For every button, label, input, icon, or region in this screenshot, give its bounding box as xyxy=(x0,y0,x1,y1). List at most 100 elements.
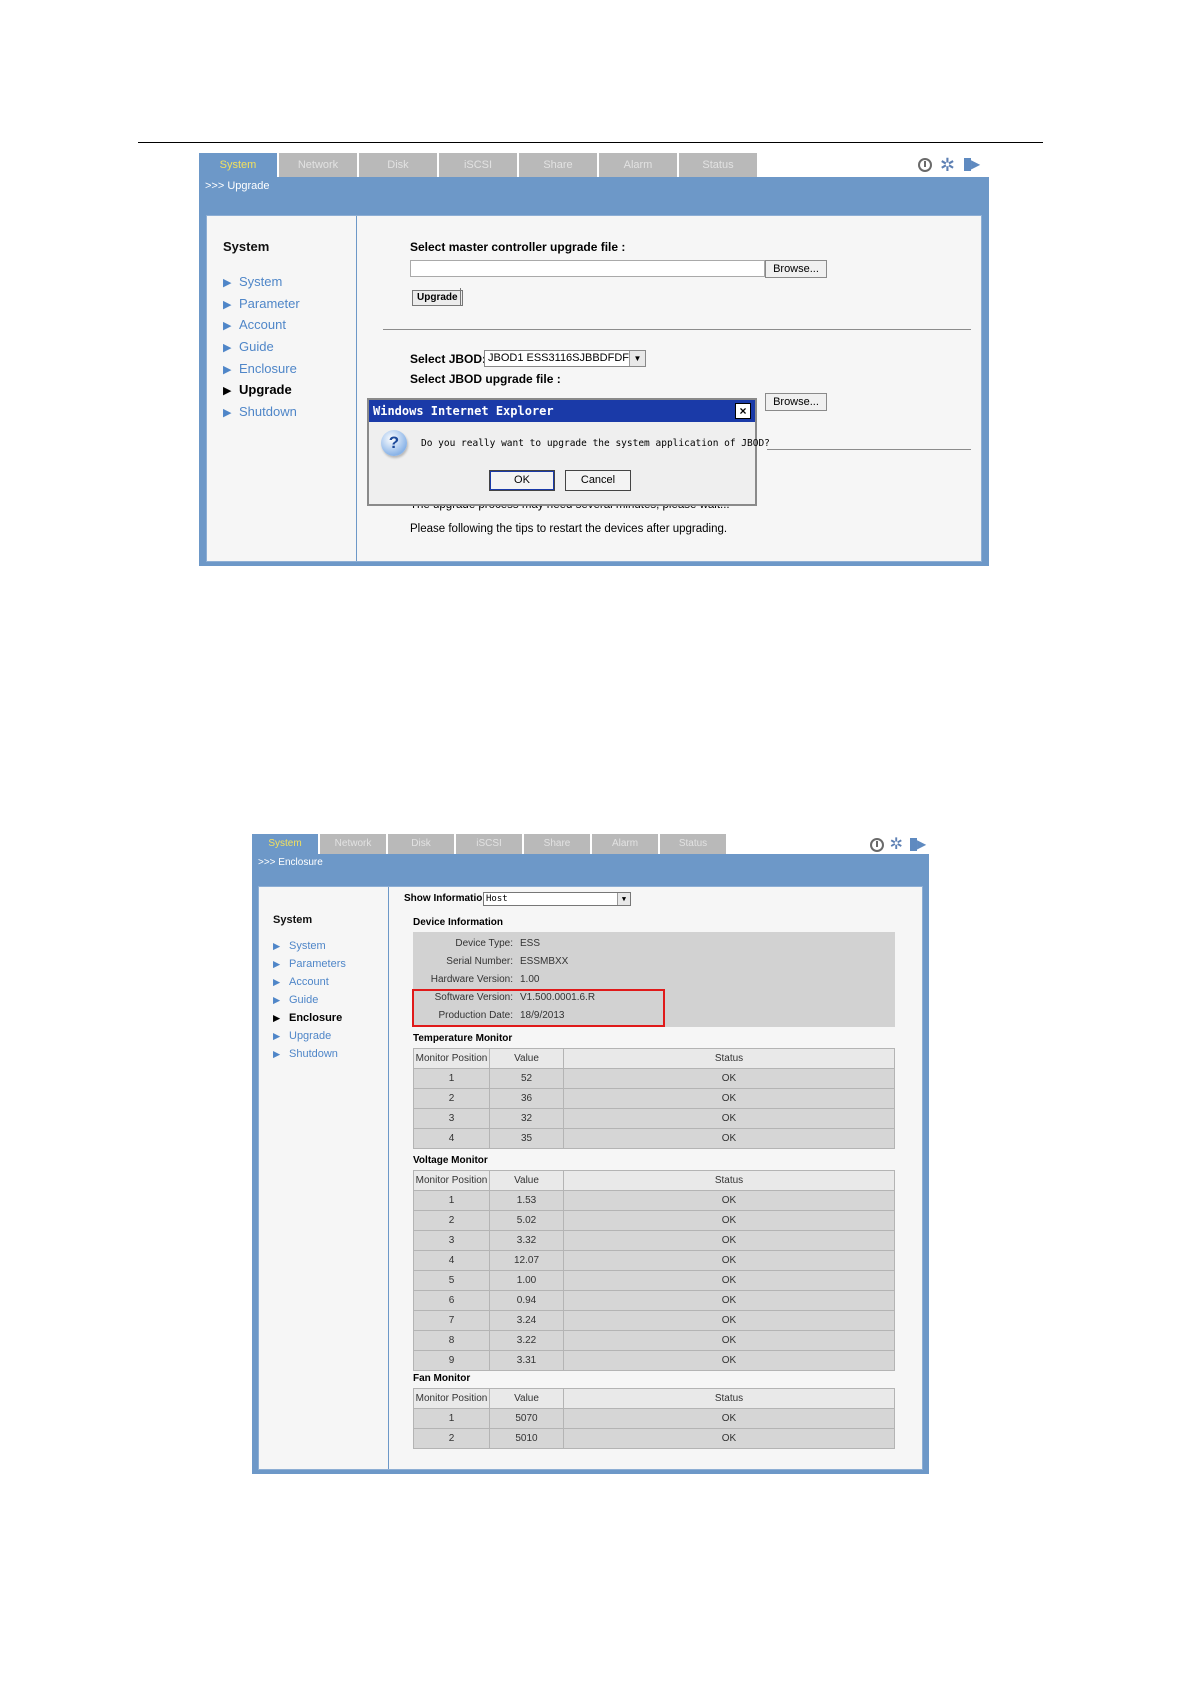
sidebar-item-upgrade[interactable]: ▶ Upgrade xyxy=(273,1030,331,1042)
table-cell: OK xyxy=(563,1108,895,1129)
table-cell: 3.24 xyxy=(489,1310,564,1331)
divider xyxy=(383,329,971,330)
jbod-browse-button[interactable]: Browse... xyxy=(765,393,827,411)
tab-disk[interactable]: Disk xyxy=(388,834,456,854)
divider xyxy=(767,449,971,450)
tab-system[interactable]: System xyxy=(252,834,320,854)
table-header-row: Monitor Position Value Status xyxy=(413,1170,895,1191)
triangle-right-icon: ▶ xyxy=(223,342,232,354)
sidebar-item-label: Upgrade xyxy=(239,382,292,397)
tab-share[interactable]: Share xyxy=(524,834,592,854)
upgrade-button[interactable]: Upgrade xyxy=(412,290,463,306)
tab-network[interactable]: Network xyxy=(279,153,359,177)
tab-alarm[interactable]: Alarm xyxy=(599,153,679,177)
sidebar-item-guide[interactable]: ▶ Guide xyxy=(223,339,274,354)
table-cell: 3 xyxy=(413,1108,490,1129)
exit-icon[interactable] xyxy=(963,157,980,173)
confirm-dialog: Windows Internet Explorer × ? Do you rea… xyxy=(367,398,770,506)
triangle-right-icon: ▶ xyxy=(273,941,281,951)
dropdown-arrow-icon[interactable]: ▼ xyxy=(617,893,630,905)
table-row: 1 52 OK xyxy=(413,1068,895,1089)
sidebar-item-system[interactable]: ▶ System xyxy=(223,274,282,289)
master-file-input[interactable] xyxy=(410,260,765,277)
sidebar-item-upgrade[interactable]: ▶ Upgrade xyxy=(223,382,292,397)
sidebar-item-label: System xyxy=(239,274,283,289)
tab-system[interactable]: System xyxy=(199,153,279,177)
sidebar-item-enclosure[interactable]: ▶ Enclosure xyxy=(273,1012,342,1024)
tab-alarm[interactable]: Alarm xyxy=(592,834,660,854)
column-header: Value xyxy=(489,1048,564,1069)
power-icon[interactable] xyxy=(917,158,932,172)
sidebar-item-label: Shutdown xyxy=(289,1048,338,1060)
gear-icon[interactable]: ✲ xyxy=(890,836,903,854)
column-header: Monitor Position xyxy=(413,1388,490,1409)
table-cell: 1 xyxy=(413,1068,490,1089)
tab-status[interactable]: Status xyxy=(679,153,759,177)
table-cell: 1.53 xyxy=(489,1190,564,1211)
tab-share[interactable]: Share xyxy=(519,153,599,177)
master-file-label: Select master controller upgrade file : xyxy=(410,240,626,254)
tab-status[interactable]: Status xyxy=(660,834,728,854)
table-cell: OK xyxy=(563,1330,895,1351)
table-row: 1 1.53 OK xyxy=(413,1190,895,1211)
tab-disk[interactable]: Disk xyxy=(359,153,439,177)
sidebar-item-account[interactable]: ▶ Account xyxy=(273,976,329,988)
triangle-right-icon: ▶ xyxy=(223,320,232,332)
table-cell: 1.00 xyxy=(489,1270,564,1291)
sidebar-title: System xyxy=(223,239,270,254)
sidebar-item-parameter[interactable]: ▶ Parameter xyxy=(223,296,300,311)
jbod-select-value: JBOD1 ESS3116SJBBDFDF0 xyxy=(488,352,636,364)
sidebar-item-shutdown[interactable]: ▶ Shutdown xyxy=(273,1048,338,1060)
exit-icon[interactable] xyxy=(909,837,926,853)
table-cell: 2 xyxy=(413,1428,490,1449)
power-icon[interactable] xyxy=(869,838,884,852)
table-cell: OK xyxy=(563,1128,895,1149)
table-row: 9 3.31 OK xyxy=(413,1350,895,1371)
close-icon[interactable]: × xyxy=(735,403,751,419)
sidebar-item-shutdown[interactable]: ▶ Shutdown xyxy=(223,404,297,419)
table-cell: 4 xyxy=(413,1128,490,1149)
table-cell: 1 xyxy=(413,1190,490,1211)
serial-number-value: ESSMBXX xyxy=(520,956,569,967)
dropdown-arrow-icon[interactable]: ▼ xyxy=(629,351,645,366)
table-cell: OK xyxy=(563,1408,895,1429)
content-panel: System ▶ System ▶ Parameter ▶ Account ▶ Guid… xyxy=(206,215,982,562)
ok-button[interactable]: OK xyxy=(489,470,555,491)
sidebar-item-parameters[interactable]: ▶ Parameters xyxy=(273,958,346,970)
top-icons: ✲ xyxy=(869,836,926,854)
enclosure-window: System Network Disk iSCSI Share Alarm St… xyxy=(252,834,929,1474)
tab-iscsi[interactable]: iSCSI xyxy=(439,153,519,177)
cancel-button[interactable]: Cancel xyxy=(565,470,631,491)
triangle-right-icon: ▶ xyxy=(273,1049,281,1059)
table-cell: OK xyxy=(563,1290,895,1311)
gear-icon[interactable]: ✲ xyxy=(940,156,955,174)
highlight-box xyxy=(412,989,665,1027)
column-header: Monitor Position xyxy=(413,1048,490,1069)
page-rule xyxy=(138,142,1043,143)
triangle-right-icon: ▶ xyxy=(223,277,232,289)
tab-bar: System Network Disk iSCSI Share Alarm St… xyxy=(252,834,929,854)
jbod-select[interactable]: JBOD1 ESS3116SJBBDFDF0 ▼ xyxy=(484,350,646,367)
master-browse-button[interactable]: Browse... xyxy=(765,260,827,278)
table-cell: 3.31 xyxy=(489,1350,564,1371)
table-cell: OK xyxy=(563,1270,895,1291)
sidebar-item-guide[interactable]: ▶ Guide xyxy=(273,994,318,1006)
breadcrumb: >>> Enclosure xyxy=(252,854,929,871)
table-cell: 12.07 xyxy=(489,1250,564,1271)
column-header: Value xyxy=(489,1170,564,1191)
table-header-row: Monitor Position Value Status xyxy=(413,1048,895,1069)
table-cell: OK xyxy=(563,1210,895,1231)
dialog-title: Windows Internet Explorer xyxy=(369,400,755,422)
sidebar-item-account[interactable]: ▶ Account xyxy=(223,317,286,332)
table-row: 6 0.94 OK xyxy=(413,1290,895,1311)
sidebar-item-enclosure[interactable]: ▶ Enclosure xyxy=(223,361,297,376)
fan-title: Fan Monitor xyxy=(413,1373,471,1384)
table-row: 2 5010 OK xyxy=(413,1428,895,1449)
table-cell: OK xyxy=(563,1250,895,1271)
show-info-select[interactable]: Host ▼ xyxy=(483,892,631,906)
tab-network[interactable]: Network xyxy=(320,834,388,854)
device-info-title: Device Information xyxy=(413,917,504,928)
sidebar-item-system[interactable]: ▶ System xyxy=(273,940,326,952)
triangle-right-icon: ▶ xyxy=(223,299,232,311)
tab-iscsi[interactable]: iSCSI xyxy=(456,834,524,854)
